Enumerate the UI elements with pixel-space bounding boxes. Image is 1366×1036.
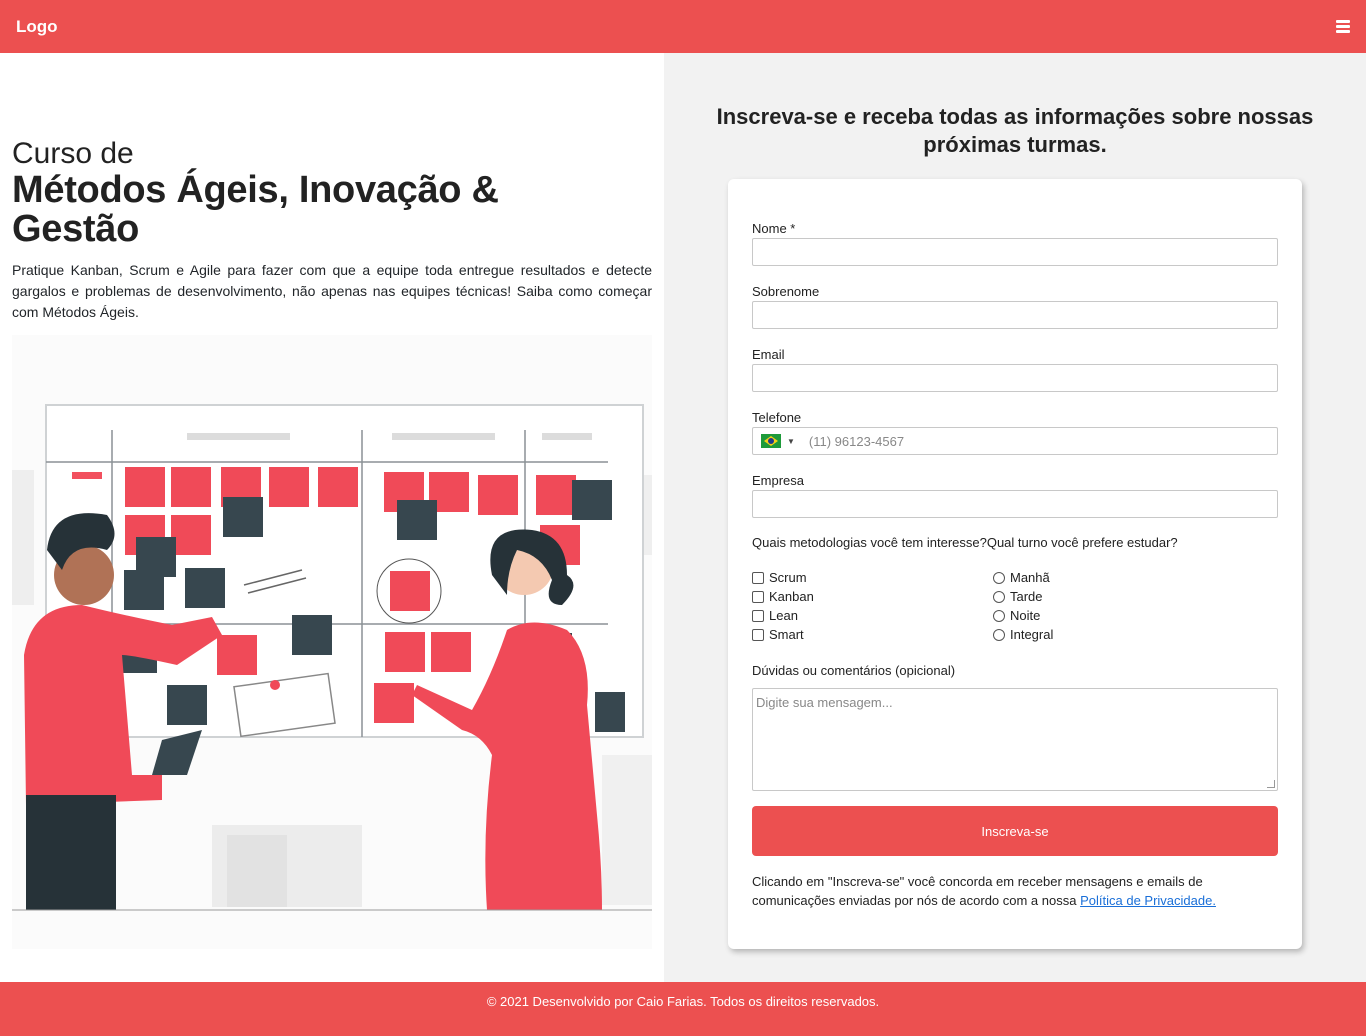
radio-button[interactable] <box>993 609 1005 622</box>
checkbox-label: Smart <box>769 627 804 642</box>
checkbox[interactable] <box>752 571 764 584</box>
questions-label: Quais metodologias você tem interesse?Qu… <box>752 535 1178 550</box>
radio-tarde[interactable]: Tarde <box>993 587 1043 606</box>
email-input[interactable] <box>752 364 1278 392</box>
footer: © 2021 Desenvolvido por Caio Farias. Tod… <box>0 982 1366 1036</box>
radio-label: Manhã <box>1010 570 1050 585</box>
sobrenome-label: Sobrenome <box>752 284 820 299</box>
kanban-board-team-illustration <box>12 335 652 949</box>
comments-label: Dúvidas ou comentários (opicional) <box>752 663 956 678</box>
menu-bar <box>1336 20 1350 23</box>
course-description: Pratique Kanban, Scrum e Agile para faze… <box>12 262 652 320</box>
privacy-policy-link[interactable]: Política de Privacidade. <box>1080 893 1216 908</box>
signup-form-card: Nome * Sobrenome Email Telefone ▼ (11) 9… <box>728 179 1302 949</box>
course-title: Métodos Ágeis, Inovação & Gestão <box>12 169 499 250</box>
radio-manha[interactable]: Manhã <box>993 568 1050 587</box>
radio-button[interactable] <box>993 628 1005 641</box>
comments-textarea[interactable]: Digite sua mensagem... <box>752 688 1278 791</box>
telefone-input[interactable]: ▼ (11) 96123-4567 <box>752 427 1278 455</box>
checkbox[interactable] <box>752 628 764 641</box>
brazil-flag-icon <box>761 434 781 448</box>
checkbox[interactable] <box>752 590 764 603</box>
signup-panel: Inscreva-se e receba todas as informaçõe… <box>664 53 1366 982</box>
checkbox-kanban[interactable]: Kanban <box>752 587 814 606</box>
menu-bar <box>1336 30 1350 33</box>
hamburger-menu-icon[interactable] <box>1336 20 1350 33</box>
checkbox-label: Kanban <box>769 589 814 604</box>
menu-bar <box>1336 25 1350 28</box>
empresa-label: Empresa <box>752 473 805 488</box>
footer-copyright: © 2021 Desenvolvido por Caio Farias. Tod… <box>486 993 880 1009</box>
radio-label: Noite <box>1010 608 1041 623</box>
sobrenome-input[interactable] <box>752 301 1278 329</box>
nome-label: Nome * <box>752 221 796 236</box>
country-code-select[interactable]: ▼ <box>753 428 803 454</box>
email-label: Email <box>752 347 785 362</box>
empresa-input[interactable] <box>752 490 1278 518</box>
radio-button[interactable] <box>993 571 1005 584</box>
hero-section: Curso de Métodos Ágeis, Inovação & Gestã… <box>0 53 664 982</box>
caret-down-icon: ▼ <box>787 436 795 446</box>
checkbox-label: Scrum <box>769 570 807 585</box>
radio-button[interactable] <box>993 590 1005 603</box>
nome-input[interactable] <box>752 238 1278 266</box>
checkbox-label: Lean <box>769 608 798 623</box>
course-prefix: Curso de <box>12 137 134 170</box>
radio-label: Integral <box>1010 627 1054 642</box>
radio-noite[interactable]: Noite <box>993 606 1040 625</box>
radio-integral[interactable]: Integral <box>993 625 1053 644</box>
radio-label: Tarde <box>1010 589 1043 604</box>
checkbox-lean[interactable]: Lean <box>752 606 798 625</box>
resize-handle-icon[interactable] <box>1267 780 1275 788</box>
comments-placeholder: Digite sua mensagem... <box>756 695 893 710</box>
telefone-placeholder: (11) 96123-4567 <box>808 433 905 449</box>
telefone-label: Telefone <box>752 410 802 425</box>
checkbox[interactable] <box>752 609 764 622</box>
top-navbar: Logo <box>0 0 1366 53</box>
checkbox-scrum[interactable]: Scrum <box>752 568 807 587</box>
logo[interactable]: Logo <box>16 17 58 37</box>
submit-button[interactable]: Inscreva-se <box>752 806 1278 856</box>
form-heading: Inscreva-se e receba todas as informaçõe… <box>716 104 1314 157</box>
consent-text: Clicando em "Inscreva-se" você concorda … <box>752 872 1278 910</box>
checkbox-smart[interactable]: Smart <box>752 625 804 644</box>
